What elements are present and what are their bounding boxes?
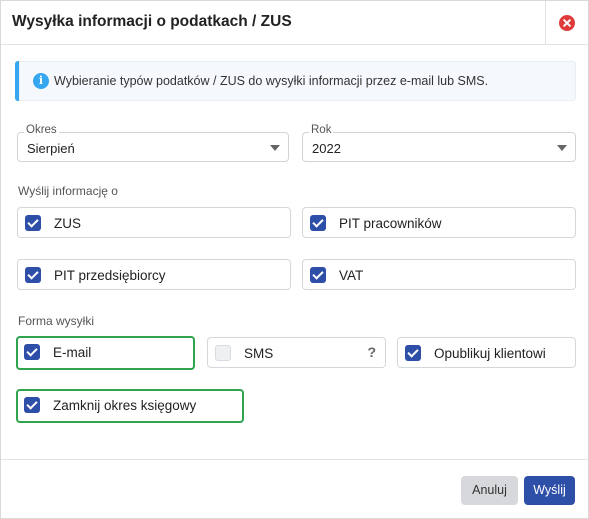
year-value: 2022 [312, 141, 341, 156]
checkbox-label: Zamknij okres księgowy [53, 398, 197, 413]
send-info-label: Wyślij informację o [18, 184, 118, 198]
year-select[interactable]: Rok 2022 [302, 124, 576, 162]
period-value: Sierpień [27, 141, 75, 156]
chevron-down-icon [270, 145, 280, 151]
checkbox-email[interactable]: E-mail [16, 336, 195, 370]
checkbox-pit-entrepreneur[interactable]: PIT przedsiębiorcy [17, 259, 291, 290]
info-icon: i [33, 73, 49, 89]
dialog-header: Wysyłka informacji o podatkach / ZUS [1, 1, 588, 45]
checkbox-label: VAT [339, 268, 364, 283]
checkbox-checked-icon[interactable] [310, 215, 326, 231]
checkbox-checked-icon[interactable] [25, 215, 41, 231]
checkbox-label: SMS [244, 346, 274, 361]
checkbox-zus[interactable]: ZUS [17, 207, 291, 238]
close-button[interactable] [545, 1, 588, 45]
cancel-button[interactable]: Anuluj [461, 476, 518, 505]
send-button[interactable]: Wyślij [524, 476, 575, 505]
info-text: Wybieranie typów podatków / ZUS do wysył… [54, 74, 489, 88]
dialog-title: Wysyłka informacji o podatkach / ZUS [12, 13, 292, 30]
checkbox-label: PIT przedsiębiorcy [54, 268, 166, 283]
year-label: Rok [309, 124, 334, 136]
send-form-label: Forma wysyłki [18, 314, 95, 328]
checkbox-pit-employees[interactable]: PIT pracowników [302, 207, 576, 238]
checkbox-checked-icon[interactable] [24, 344, 40, 360]
dialog: Wysyłka informacji o podatkach / ZUS i W… [0, 0, 589, 519]
close-circle-icon[interactable] [559, 15, 575, 31]
checkbox-checked-icon[interactable] [310, 267, 326, 283]
chevron-down-icon [557, 145, 567, 151]
footer-divider [1, 459, 588, 460]
checkbox-label: E-mail [53, 345, 92, 360]
checkbox-sms[interactable]: SMS ? [207, 337, 386, 368]
checkbox-vat[interactable]: VAT [302, 259, 576, 290]
checkbox-label: Opublikuj klientowi [434, 346, 546, 361]
checkbox-checked-icon[interactable] [24, 397, 40, 413]
checkbox-checked-icon[interactable] [25, 267, 41, 283]
period-label: Okres [24, 124, 59, 136]
info-banner: i Wybieranie typów podatków / ZUS do wys… [15, 61, 576, 101]
checkbox-unchecked-icon[interactable] [215, 345, 231, 361]
checkbox-checked-icon[interactable] [405, 345, 421, 361]
help-icon[interactable]: ? [367, 344, 376, 360]
checkbox-publish-client[interactable]: Opublikuj klientowi [397, 337, 576, 368]
period-select[interactable]: Okres Sierpień [17, 124, 289, 162]
checkbox-label: ZUS [54, 216, 81, 231]
checkbox-close-period[interactable]: Zamknij okres księgowy [16, 389, 244, 423]
checkbox-label: PIT pracowników [339, 216, 442, 231]
